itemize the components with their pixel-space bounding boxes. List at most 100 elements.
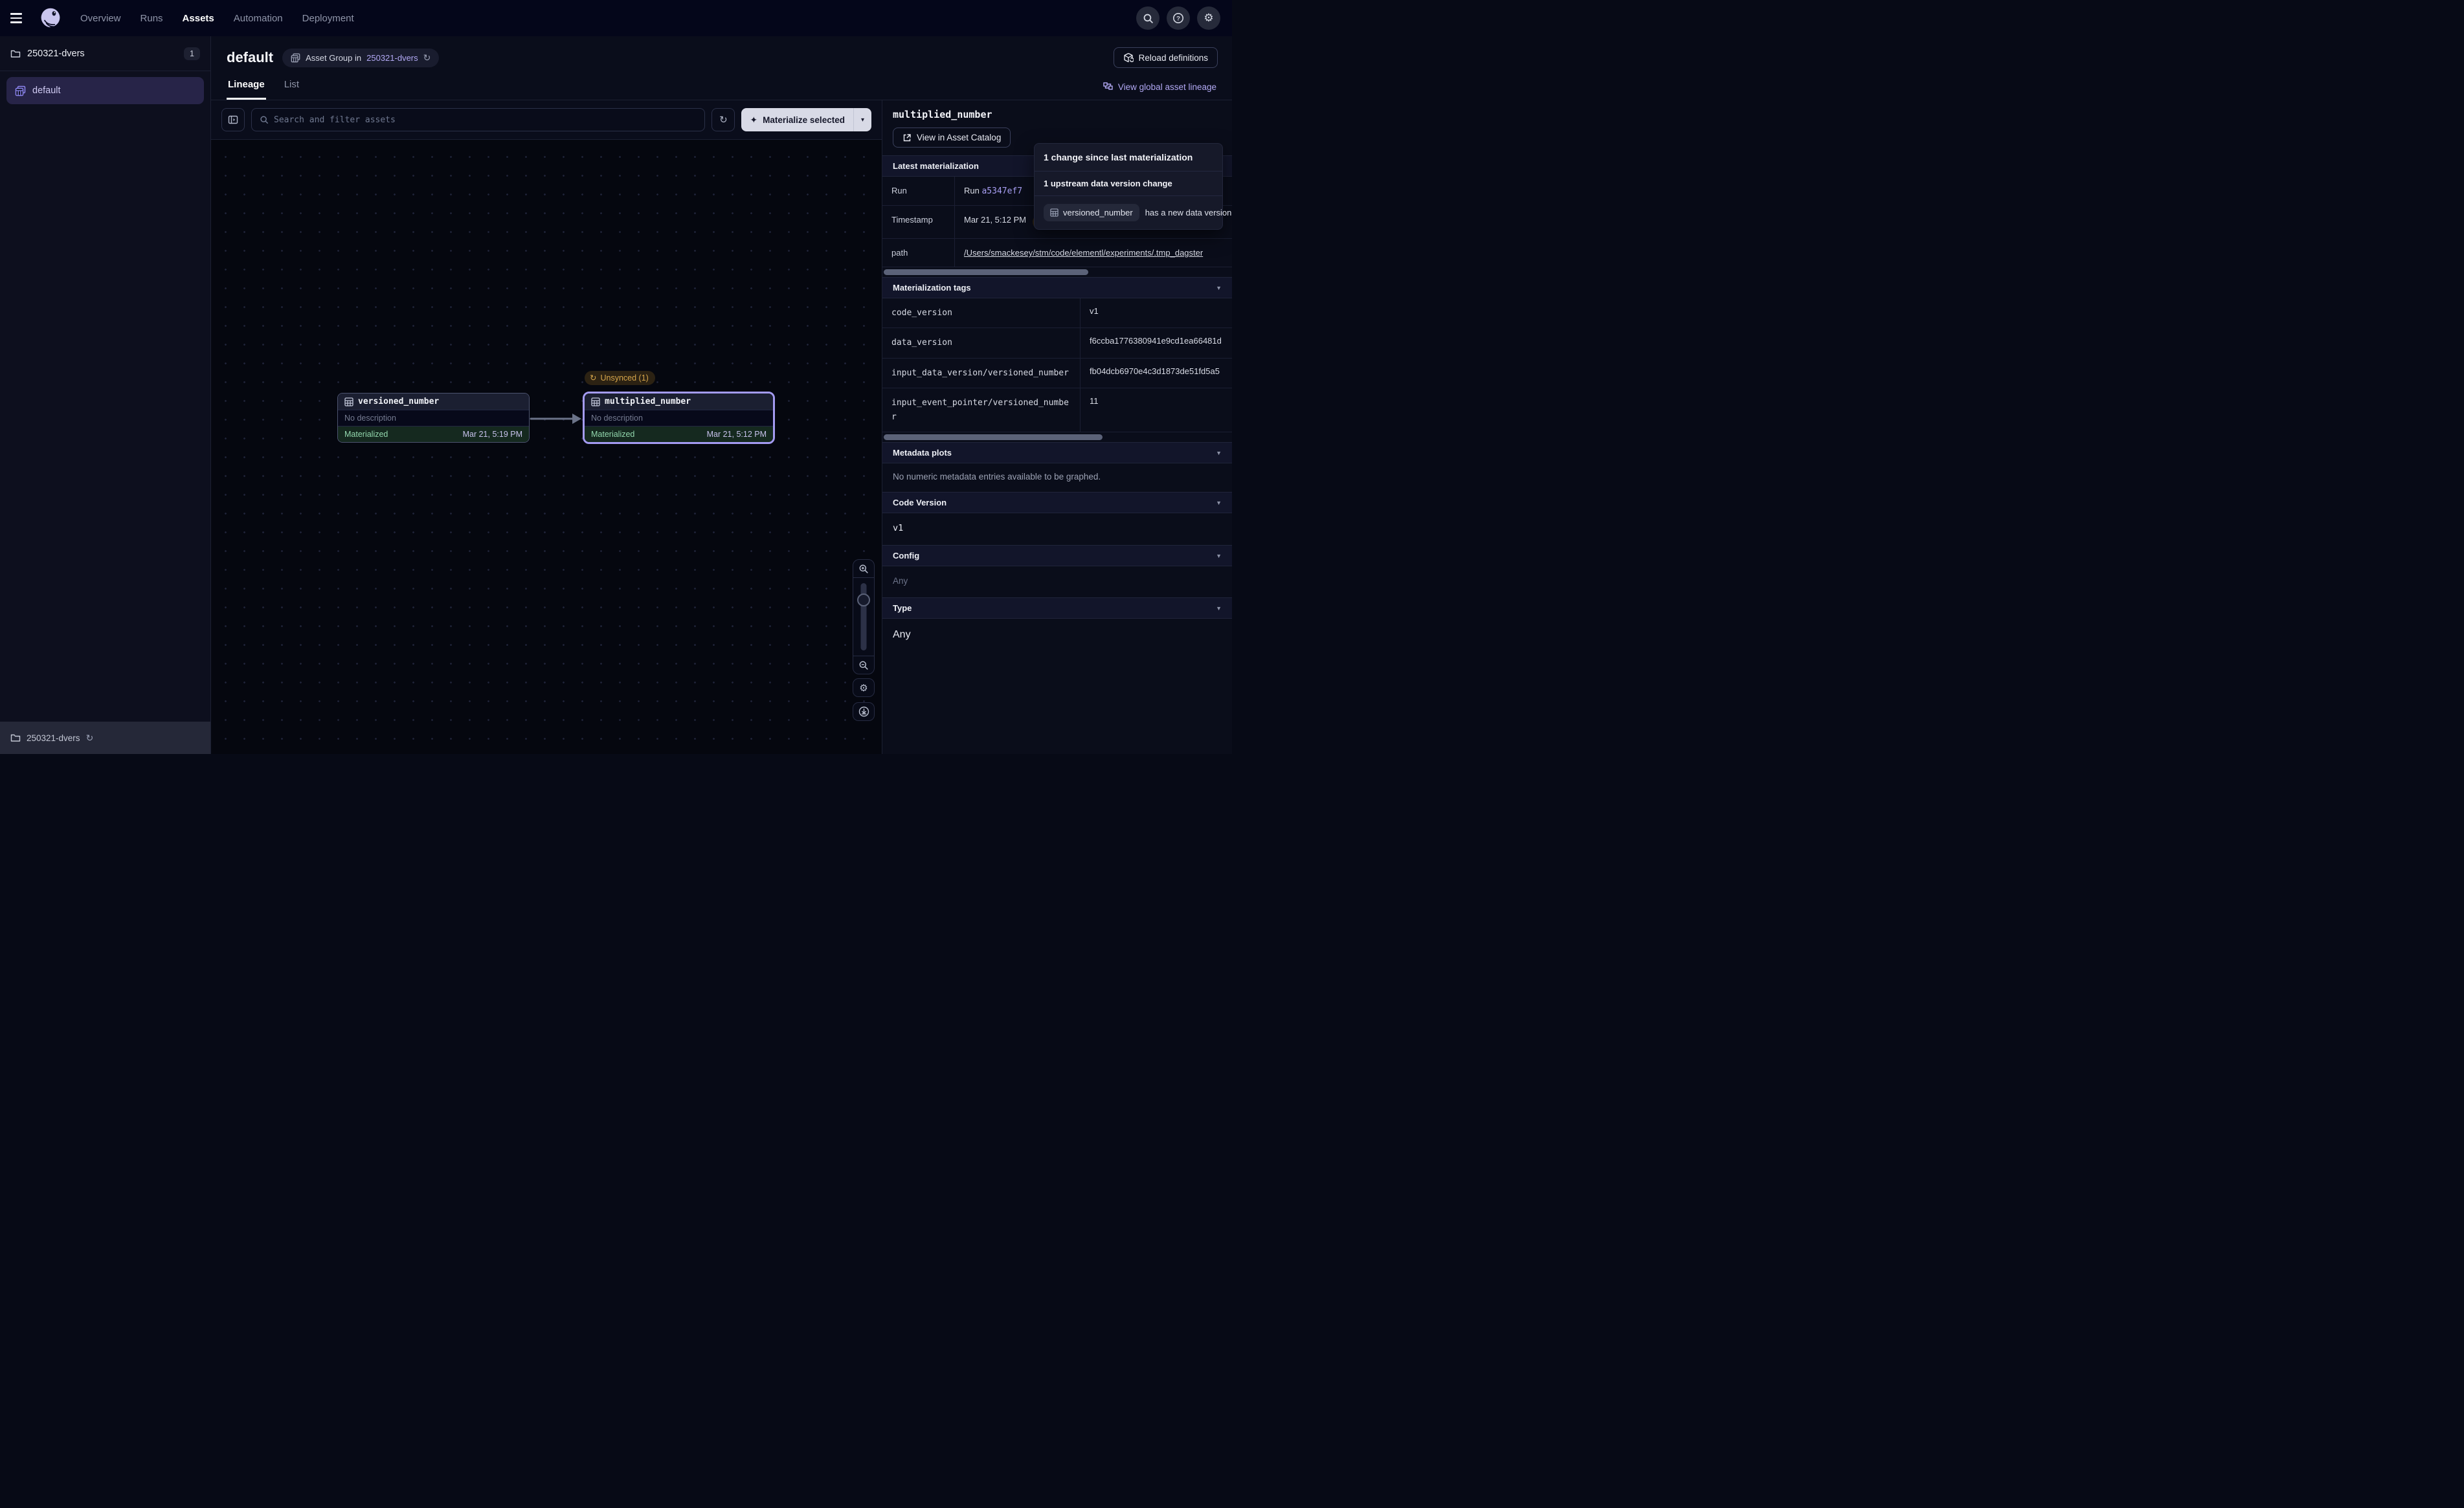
asset-node-name: versioned_number	[358, 397, 439, 406]
section-code-version[interactable]: Code Version ▼	[882, 492, 1232, 513]
lineage-graph-icon	[1103, 82, 1113, 92]
asset-node-timestamp: Mar 21, 5:12 PM	[707, 430, 767, 439]
refresh-icon[interactable]: ↻	[423, 52, 431, 63]
asset-node-header: multiplied_number	[585, 394, 773, 410]
tooltip-title: 1 change since last materialization	[1035, 144, 1222, 172]
run-id-link[interactable]: a5347ef7	[981, 186, 1022, 196]
sidebar: 250321-dvers 1 default 250321-dvers ↻	[0, 36, 211, 754]
asset-node-description: No description	[585, 410, 773, 427]
section-materialization-tags[interactable]: Materialization tags ▼	[882, 277, 1232, 298]
tag-key: code_version	[882, 298, 1081, 327]
sidebar-item-default[interactable]: default	[6, 77, 204, 104]
zoom-slider-thumb[interactable]	[857, 593, 870, 606]
materialize-selected-button[interactable]: ✦ Materialize selected ▾	[741, 108, 871, 131]
asset-group-icon	[15, 85, 26, 96]
unsynced-badge[interactable]: ↻ Unsynced (1)	[585, 371, 655, 385]
refresh-graph-button[interactable]: ↻	[711, 108, 735, 131]
view-global-asset-lineage-link[interactable]: View global asset lineage	[1103, 82, 1216, 100]
zoom-slider[interactable]	[853, 577, 874, 656]
help-icon[interactable]: ?	[1167, 6, 1190, 30]
search-input[interactable]	[274, 115, 697, 125]
unsynced-icon: ↻	[590, 373, 596, 383]
sidebar-group-row[interactable]: 250321-dvers 1	[0, 36, 210, 71]
tag-key: input_event_pointer/versioned_number	[882, 388, 1081, 432]
chevron-down-icon[interactable]: ▼	[1216, 450, 1222, 456]
dagster-logo[interactable]	[39, 6, 62, 30]
horizontal-scrollbar[interactable]	[884, 434, 1231, 440]
sidebar-footer-label: 250321-dvers	[27, 733, 80, 743]
nav-links: Overview Runs Assets Automation Deployme…	[80, 13, 354, 24]
page-title: default	[227, 49, 273, 66]
materialize-sparkle-icon: ✦	[750, 115, 757, 126]
lineage-edge-arrow	[530, 410, 583, 428]
tabs-row: Lineage List View global asset lineage	[211, 72, 1232, 100]
lineage-graph-panel: ↻ ✦ Materialize selected ▾	[211, 100, 882, 754]
zoom-out-button[interactable]	[853, 656, 874, 674]
search-icon	[260, 115, 269, 124]
sidebar-item-label: default	[32, 85, 61, 96]
chevron-down-icon[interactable]: ▼	[1216, 605, 1222, 612]
tab-lineage[interactable]: Lineage	[227, 79, 266, 100]
materialize-dropdown-caret[interactable]: ▾	[853, 108, 871, 131]
graph-settings-button[interactable]: ⚙	[853, 678, 875, 697]
asset-node-timestamp: Mar 21, 5:19 PM	[463, 430, 522, 439]
zoom-in-button[interactable]	[853, 560, 874, 577]
row-label: path	[882, 239, 955, 267]
asset-chip[interactable]: versioned_number	[1044, 204, 1139, 221]
reload-definitions-button[interactable]: Reload definitions	[1114, 47, 1218, 68]
chevron-down-icon[interactable]: ▼	[1216, 285, 1222, 291]
nav-item-assets[interactable]: Assets	[183, 13, 214, 24]
section-metadata-plots[interactable]: Metadata plots ▼	[882, 442, 1232, 463]
asset-detail-panel: multiplied_number View in Asset Catalog …	[882, 100, 1232, 754]
path-link[interactable]: /Users/smackesey/stm/code/elementl/exper…	[964, 248, 1203, 258]
settings-gear-icon[interactable]: ⚙	[1197, 6, 1220, 30]
asset-search-box	[251, 108, 705, 131]
expand-panel-button[interactable]	[221, 108, 245, 131]
row-label: Timestamp	[882, 206, 955, 238]
change-tooltip: 1 change since last materialization 1 up…	[1034, 143, 1223, 230]
hamburger-menu-icon[interactable]	[10, 8, 30, 28]
lineage-canvas[interactable]: versioned_number No description Material…	[211, 140, 882, 754]
nav-item-deployment[interactable]: Deployment	[302, 13, 354, 24]
asset-group-icon	[291, 53, 300, 63]
asset-node-status: Materialized	[591, 430, 634, 439]
sidebar-footer[interactable]: 250321-dvers ↻	[0, 722, 210, 754]
cube-reload-icon	[1123, 52, 1134, 63]
chevron-down-icon[interactable]: ▼	[1216, 553, 1222, 559]
zoom-out-icon	[858, 660, 869, 671]
tooltip-detail: versioned_number has a new data version	[1035, 196, 1222, 229]
asset-node-versioned-number[interactable]: versioned_number No description Material…	[337, 393, 530, 443]
view-in-asset-catalog-button[interactable]: View in Asset Catalog	[893, 128, 1011, 148]
asset-node-status: Materialized	[344, 430, 388, 439]
badge-prefix: Asset Group in	[306, 53, 361, 63]
tag-key: input_data_version/versioned_number	[882, 359, 1081, 388]
search-icon[interactable]	[1136, 6, 1159, 30]
row-label: Run	[882, 177, 955, 205]
tag-key: data_version	[882, 328, 1081, 357]
asset-node-name: multiplied_number	[605, 397, 691, 406]
section-type[interactable]: Type ▼	[882, 597, 1232, 619]
tag-value: v1	[1081, 298, 1232, 327]
nav-icon-group: ? ⚙	[1136, 6, 1220, 30]
nav-item-runs[interactable]: Runs	[140, 13, 163, 24]
tag-value: f6ccba1776380941e9cd1ea66481d	[1081, 328, 1232, 357]
chevron-down-icon[interactable]: ▼	[1216, 500, 1222, 506]
badge-group-link[interactable]: 250321-dvers	[366, 53, 418, 63]
nav-item-overview[interactable]: Overview	[80, 13, 121, 24]
code-version-value: v1	[882, 513, 1232, 545]
tab-list[interactable]: List	[283, 79, 300, 100]
metadata-plots-empty-text: No numeric metadata entries available to…	[882, 463, 1232, 492]
horizontal-scrollbar[interactable]	[884, 269, 1231, 275]
row-value: /Users/smackesey/stm/code/elementl/exper…	[955, 239, 1232, 267]
download-graph-button[interactable]	[853, 702, 875, 721]
graph-toolbar: ↻ ✦ Materialize selected ▾	[211, 100, 882, 140]
asset-node-footer: Materialized Mar 21, 5:19 PM	[338, 427, 529, 442]
nav-item-automation[interactable]: Automation	[234, 13, 283, 24]
tag-value: fb04dcb6970e4c3d1873de51fd5a5	[1081, 359, 1232, 388]
table-icon	[1050, 208, 1058, 217]
asset-node-multiplied-number[interactable]: multiplied_number No description Materia…	[583, 392, 775, 444]
section-config[interactable]: Config ▼	[882, 545, 1232, 566]
panel-asset-title: multiplied_number	[893, 109, 1222, 120]
refresh-icon[interactable]: ↻	[86, 733, 94, 744]
type-value: Any	[882, 619, 1232, 654]
